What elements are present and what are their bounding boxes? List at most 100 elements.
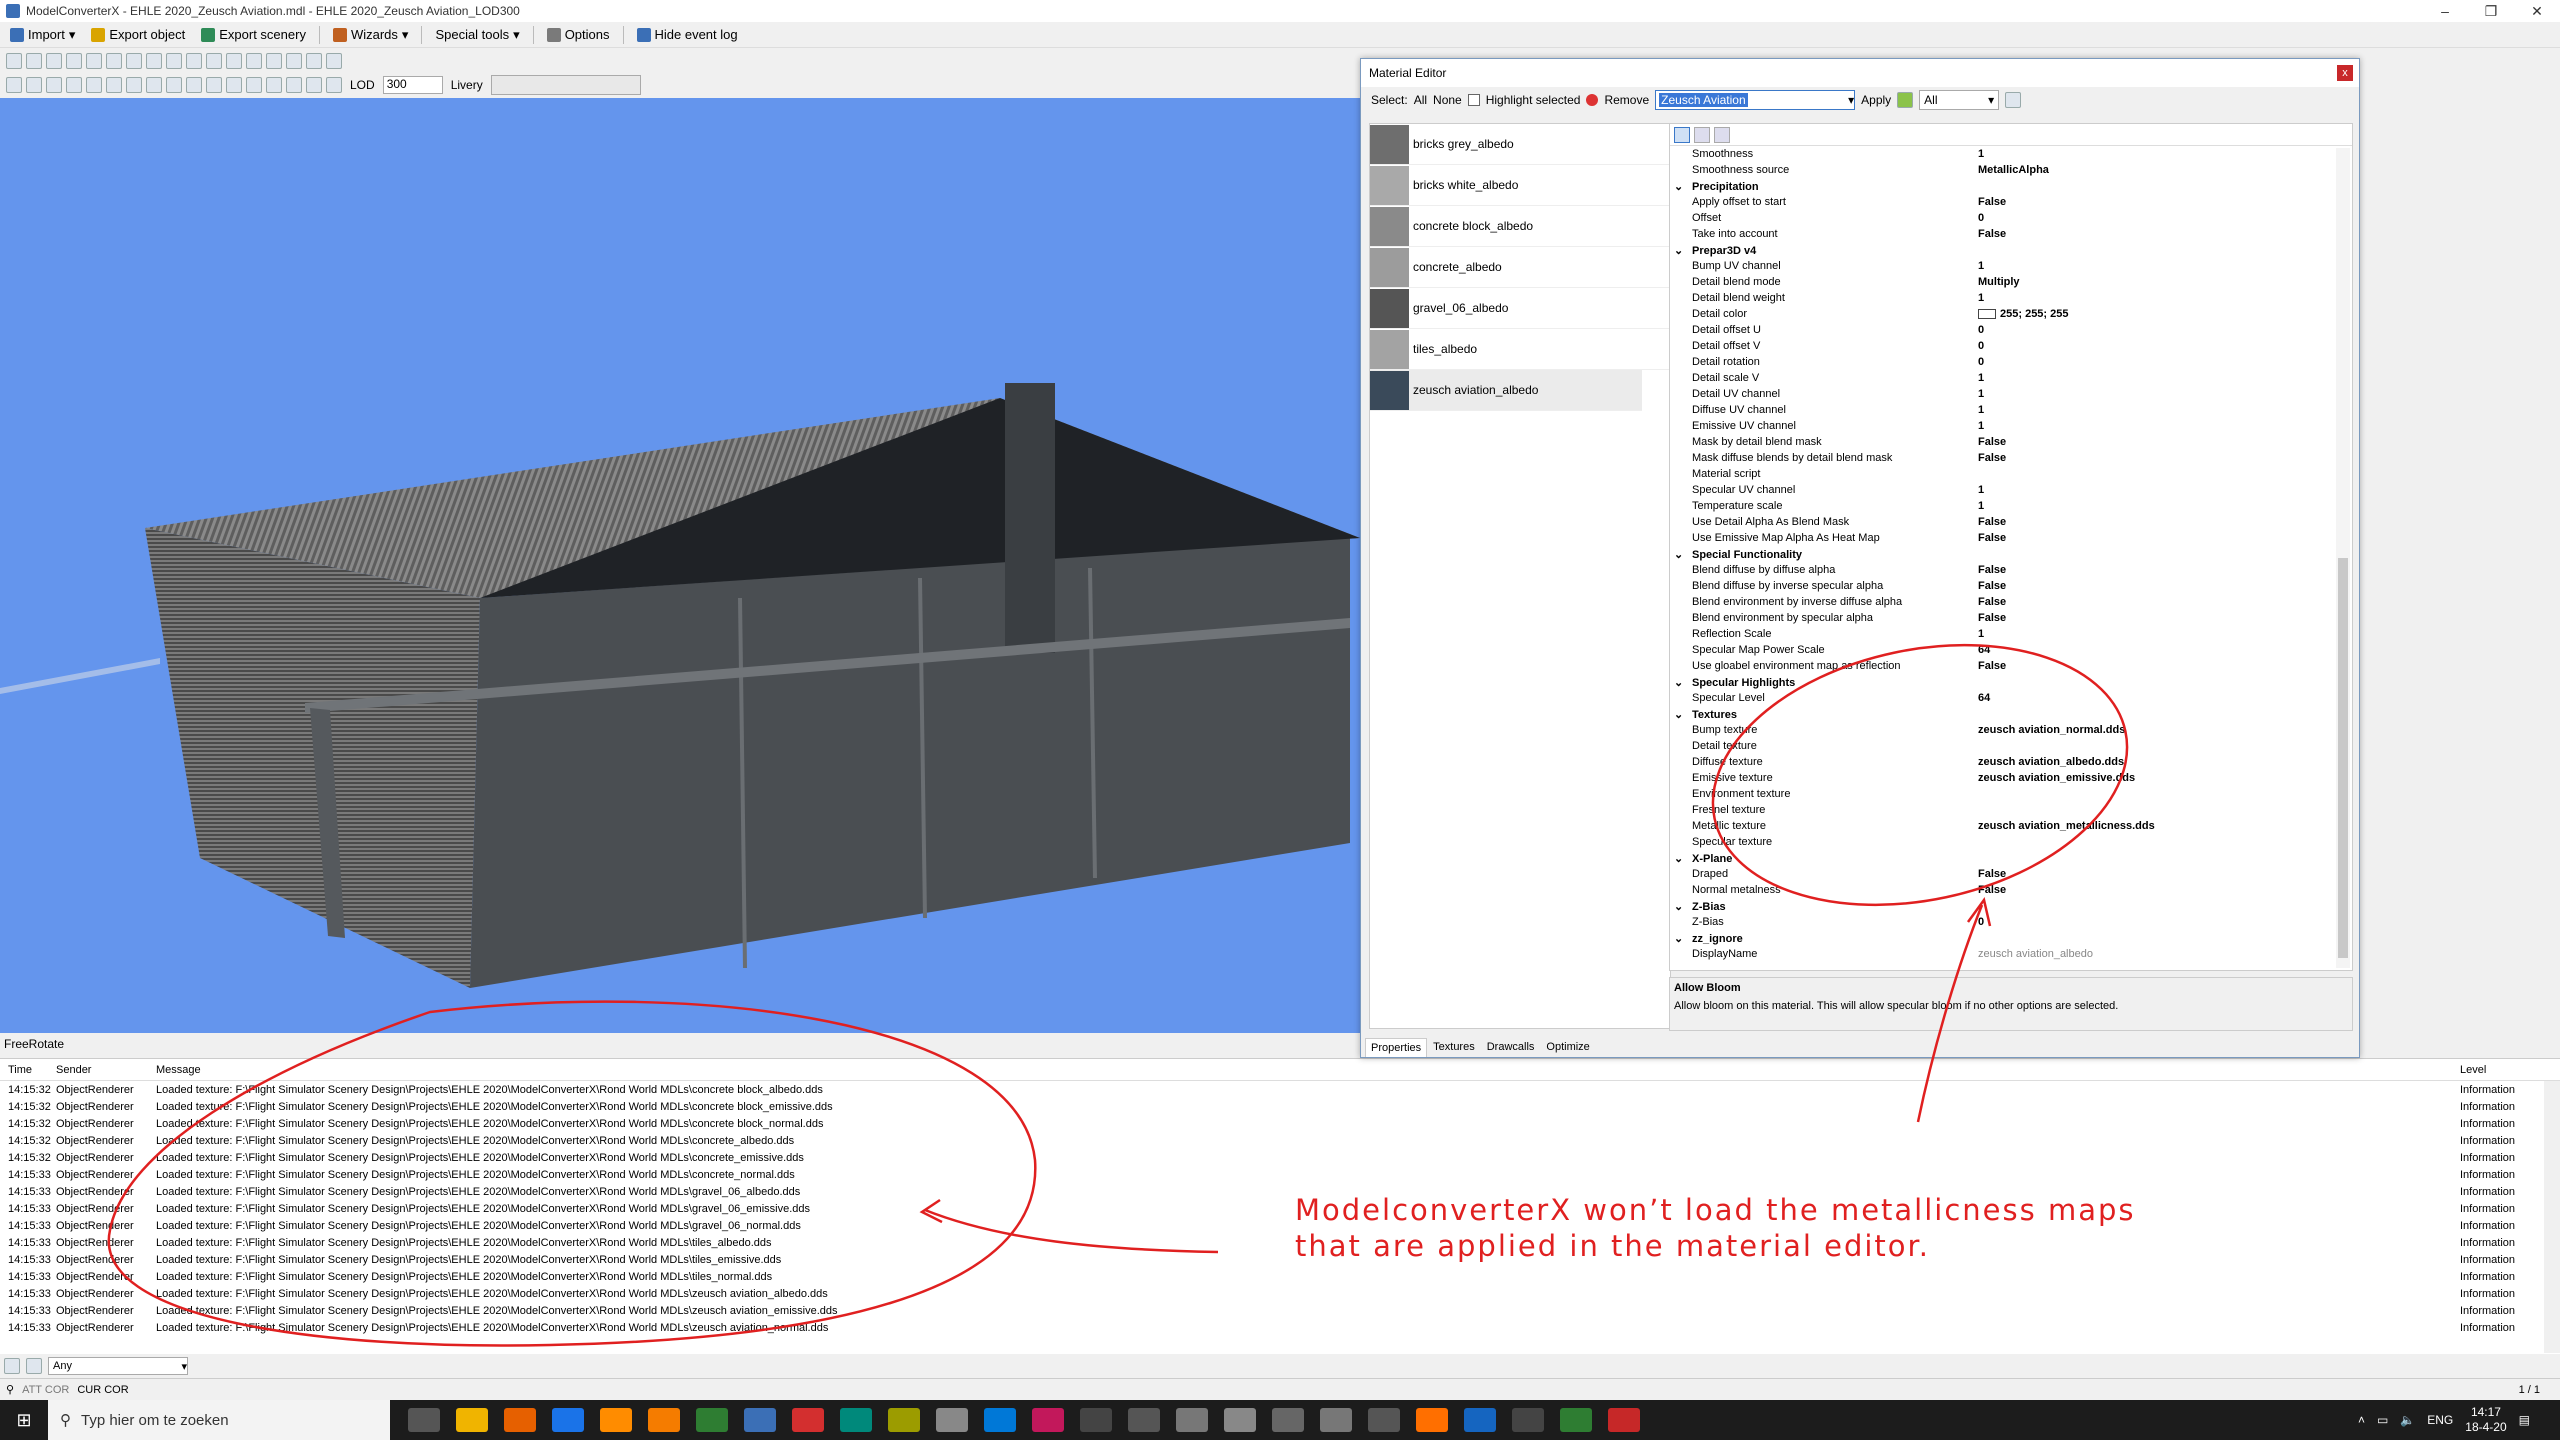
property-category[interactable]: Precipitation: [1670, 178, 2352, 194]
material-list-item[interactable]: tiles_albedo: [1370, 329, 1670, 370]
save-icon[interactable]: [106, 53, 122, 69]
taskbar-app-icon[interactable]: [1512, 1408, 1544, 1432]
property-value[interactable]: 1: [1978, 500, 1984, 512]
log-row[interactable]: 14:15:32 ObjectRenderer Loaded texture: F:…: [0, 1115, 2560, 1132]
property-value[interactable]: False: [1978, 196, 2006, 208]
view-mode-icon[interactable]: [6, 77, 22, 93]
network-icon[interactable]: ▭: [2377, 1413, 2388, 1427]
property-pages-icon[interactable]: [1714, 126, 1730, 143]
taskbar-app-icon[interactable]: [1032, 1408, 1064, 1432]
property-value[interactable]: zeusch aviation_albedo.dds: [1978, 756, 2124, 768]
select-area-icon[interactable]: [186, 77, 202, 93]
grid-toggle-icon[interactable]: [26, 77, 42, 93]
image-export-icon[interactable]: [2005, 92, 2022, 108]
categorized-icon[interactable]: [1674, 126, 1690, 143]
taskbar-app-icon[interactable]: [1080, 1408, 1112, 1432]
property-row[interactable]: Blend environment by inverse diffuse alp…: [1670, 594, 2352, 610]
property-category[interactable]: Textures: [1670, 706, 2352, 722]
log-row[interactable]: 14:15:32 ObjectRenderer Loaded texture: F:…: [0, 1132, 2560, 1149]
taskbar-search[interactable]: ⚲ Typ hier om te zoeken: [48, 1400, 390, 1440]
filter-edit-icon[interactable]: [4, 1358, 20, 1374]
options-menu[interactable]: Options: [541, 24, 616, 46]
property-row[interactable]: Blend environment by specular alpha False: [1670, 610, 2352, 626]
property-value[interactable]: False: [1978, 612, 2006, 624]
restore-button[interactable]: ❐: [2468, 0, 2514, 22]
property-row[interactable]: Draped False: [1670, 866, 2352, 882]
property-row[interactable]: Take into account False: [1670, 226, 2352, 242]
property-row[interactable]: Smoothness source MetallicAlpha: [1670, 162, 2352, 178]
sphere-icon[interactable]: [206, 77, 222, 93]
special-tools-menu[interactable]: Special tools ▾: [429, 24, 525, 46]
scale-icon[interactable]: [266, 53, 282, 69]
box-icon[interactable]: [66, 77, 82, 93]
camera-icon[interactable]: [146, 53, 162, 69]
property-value[interactable]: 0: [1978, 324, 1984, 336]
property-row[interactable]: Diffuse UV channel 1: [1670, 402, 2352, 418]
minimize-button[interactable]: –: [2422, 0, 2468, 22]
log-level-filter[interactable]: Any ▾: [48, 1357, 188, 1375]
apply-button[interactable]: Apply: [1861, 93, 1891, 107]
image-icon[interactable]: [126, 77, 142, 93]
property-row[interactable]: Use Emissive Map Alpha As Heat Map False: [1670, 530, 2352, 546]
property-value[interactable]: False: [1978, 452, 2006, 464]
property-category[interactable]: Specular Highlights: [1670, 674, 2352, 690]
log-col-sender[interactable]: Sender: [48, 1064, 148, 1076]
layers-icon[interactable]: [86, 77, 102, 93]
material-list-item[interactable]: bricks white_albedo: [1370, 165, 1670, 206]
apply-icon[interactable]: [1897, 92, 1914, 108]
property-value[interactable]: False: [1978, 228, 2006, 240]
log-row[interactable]: 14:15:33 ObjectRenderer Loaded texture: F:…: [0, 1319, 2560, 1336]
zoom-icon[interactable]: [66, 53, 82, 69]
tray-chevron-icon[interactable]: ˄: [2358, 1413, 2365, 1427]
export-object-menu[interactable]: Export object: [85, 24, 191, 46]
material-filter-combo[interactable]: All ▾: [1919, 90, 2000, 110]
log-row[interactable]: 14:15:33 ObjectRenderer Loaded texture: F:…: [0, 1166, 2560, 1183]
log-row[interactable]: 14:15:32 ObjectRenderer Loaded texture: F:…: [0, 1081, 2560, 1098]
property-row[interactable]: Blend diffuse by diffuse alpha False: [1670, 562, 2352, 578]
property-row[interactable]: Detail scale V 1: [1670, 370, 2352, 386]
taskbar-app-icon[interactable]: [888, 1408, 920, 1432]
property-row[interactable]: Detail offset V 0: [1670, 338, 2352, 354]
property-value[interactable]: 1: [1978, 484, 1984, 496]
taskbar-app-icon[interactable]: [1560, 1408, 1592, 1432]
frame-icon[interactable]: [106, 77, 122, 93]
wireframe-icon[interactable]: [266, 77, 282, 93]
select-all-link[interactable]: All: [1414, 93, 1427, 107]
property-row[interactable]: Specular texture: [1670, 834, 2352, 850]
property-category[interactable]: Prepar3D v4: [1670, 242, 2352, 258]
property-row[interactable]: Blend diffuse by inverse specular alpha F…: [1670, 578, 2352, 594]
property-category[interactable]: Z-Bias: [1670, 898, 2352, 914]
property-value[interactable]: False: [1978, 564, 2006, 576]
property-scrollbar-thumb[interactable]: [2338, 558, 2348, 958]
property-row[interactable]: Detail color 255; 255; 255: [1670, 306, 2352, 322]
material-list-item[interactable]: bricks grey_albedo: [1370, 124, 1670, 165]
taskbar-app-icon[interactable]: [1224, 1408, 1256, 1432]
material-name-combo[interactable]: Zeusch Aviation ▾: [1655, 90, 1856, 110]
property-value[interactable]: 1: [1978, 372, 1984, 384]
log-row[interactable]: 14:15:33 ObjectRenderer Loaded texture: F:…: [0, 1217, 2560, 1234]
taskbar-app-icon[interactable]: [792, 1408, 824, 1432]
property-row[interactable]: Specular Map Power Scale 64: [1670, 642, 2352, 658]
property-value[interactable]: 1: [1978, 292, 1984, 304]
taskbar-app-icon[interactable]: [456, 1408, 488, 1432]
undo-icon[interactable]: [286, 53, 302, 69]
shape-icon[interactable]: [146, 77, 162, 93]
import-menu[interactable]: Import ▾: [4, 24, 81, 46]
log-col-time[interactable]: Time: [0, 1064, 48, 1076]
lod-input[interactable]: 300: [382, 76, 443, 94]
property-value[interactable]: 64: [1978, 644, 1990, 656]
filter-icon[interactable]: [26, 1358, 42, 1374]
property-row[interactable]: Apply offset to start False: [1670, 194, 2352, 210]
taskbar-app-icon[interactable]: [1464, 1408, 1496, 1432]
log-row[interactable]: 14:15:33 ObjectRenderer Loaded texture: F:…: [0, 1302, 2560, 1319]
3d-viewport[interactable]: [0, 98, 1365, 1033]
property-row[interactable]: Z-Bias 0: [1670, 914, 2352, 930]
redo-icon[interactable]: [306, 53, 322, 69]
tab-properties[interactable]: Properties: [1365, 1038, 1428, 1057]
taskbar-app-icon[interactable]: [1272, 1408, 1304, 1432]
property-value[interactable]: zeusch aviation_normal.dds: [1978, 724, 2125, 736]
property-row[interactable]: Fresnel texture: [1670, 802, 2352, 818]
link-icon[interactable]: [46, 77, 62, 93]
language-indicator[interactable]: ENG: [2427, 1413, 2453, 1427]
taskbar-app-icon[interactable]: [1608, 1408, 1640, 1432]
